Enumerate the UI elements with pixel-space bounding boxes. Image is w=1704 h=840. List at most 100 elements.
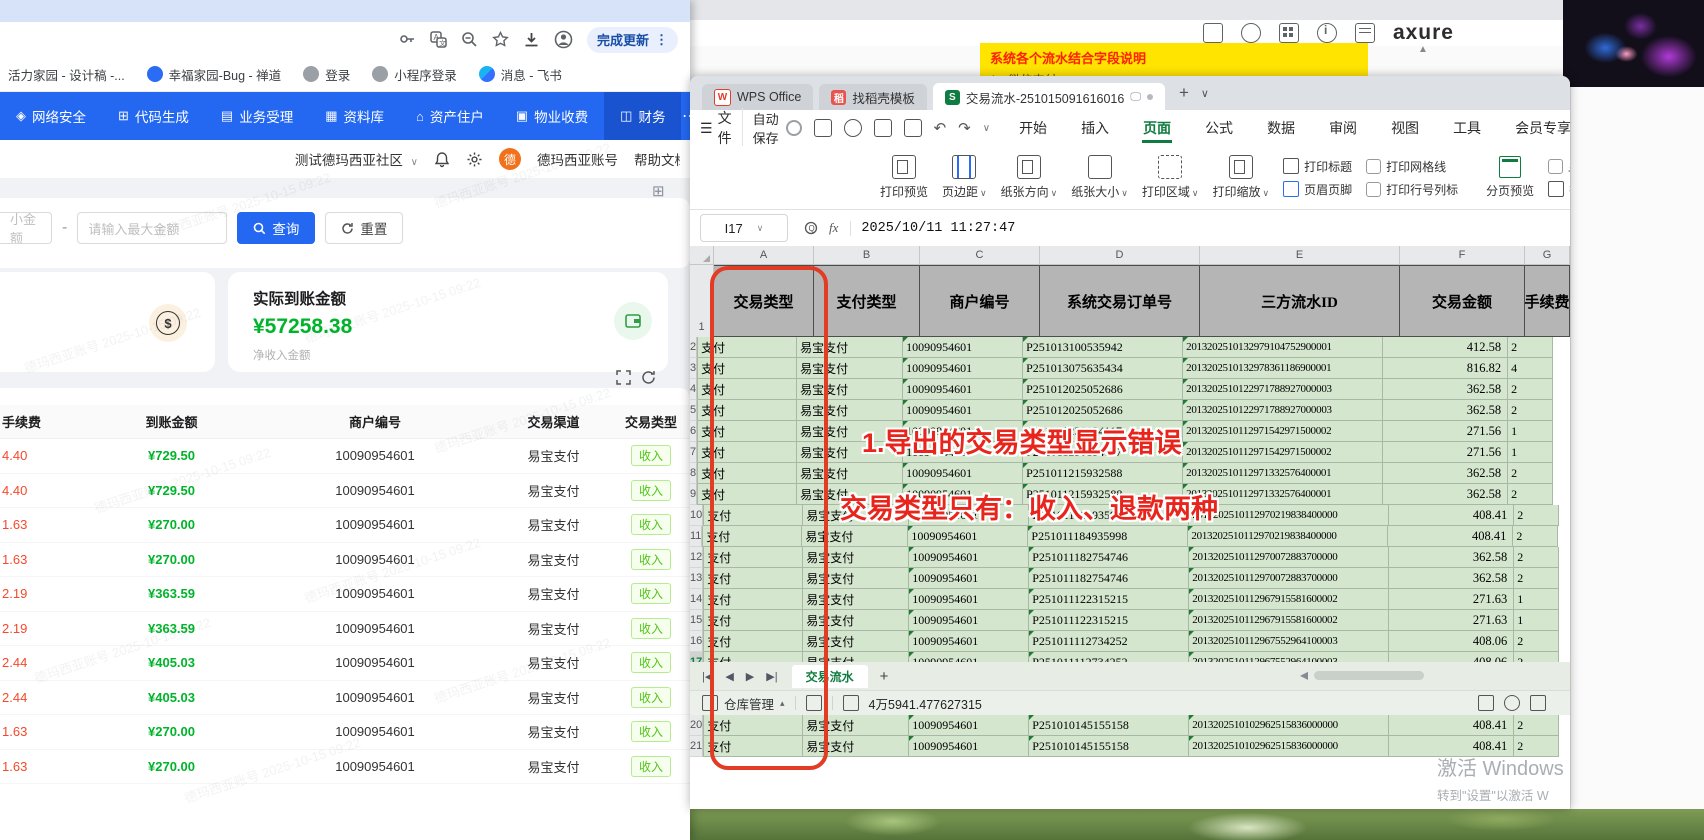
nav-tab[interactable]: ◈ 网络安全 xyxy=(0,92,102,140)
cell-name-box[interactable]: I17 ∨ xyxy=(700,214,788,242)
docer-tab[interactable]: 稻 找稻壳模板 xyxy=(819,84,927,110)
cell-fee[interactable]: 2 xyxy=(1508,337,1554,358)
cell-pay-type[interactable]: 易宝支付 xyxy=(797,484,904,505)
cell-merchant-no[interactable]: 10090954601 xyxy=(909,505,1030,526)
bookmark-item[interactable]: 小程序登录 xyxy=(372,65,457,84)
row-number[interactable]: 16 xyxy=(690,631,704,652)
page-margins-button[interactable]: 页边距 ∨ xyxy=(942,155,987,200)
column-header[interactable]: B xyxy=(814,246,920,264)
max-amount-input[interactable]: 请输入最大金额 xyxy=(77,212,228,244)
next-sheet-icon[interactable]: ▶ xyxy=(742,670,758,683)
cell-merchant-no[interactable]: 10090954601 xyxy=(903,463,1024,484)
download-icon[interactable] xyxy=(523,31,540,48)
apps-grid-icon[interactable] xyxy=(1278,23,1299,43)
cell-order-no[interactable]: P251013075635434 xyxy=(1023,358,1184,379)
cell-fee[interactable]: 2 xyxy=(1514,631,1560,652)
cell-transaction-type[interactable]: 支付 xyxy=(703,568,804,589)
cell-flow-id[interactable]: 2013202510102962515836000000 xyxy=(1189,736,1390,757)
cell-pay-type[interactable]: 易宝支付 xyxy=(803,589,910,610)
print-area-button[interactable]: 打印区域 ∨ xyxy=(1142,155,1198,200)
cell-transaction-type[interactable]: 支付 xyxy=(703,505,804,526)
menu-tab[interactable]: 工具 xyxy=(1436,111,1498,145)
cell-amount[interactable]: 408.06 xyxy=(1389,631,1515,652)
cell-order-no[interactable]: P251011122315215 xyxy=(1029,589,1190,610)
cell-flow-id[interactable]: 2013202510122971788927000003 xyxy=(1183,379,1384,400)
nav-tab[interactable]: ▤ 业务受理 xyxy=(205,92,309,140)
grid-view-icon[interactable] xyxy=(1478,695,1494,711)
cell-pay-type[interactable]: 易宝支付 xyxy=(803,610,910,631)
header-cell[interactable]: 三方流水ID xyxy=(1200,265,1400,337)
print-scale-button[interactable]: 打印缩放 ∨ xyxy=(1212,155,1269,200)
cell-merchant-no[interactable]: 10090954601 xyxy=(903,358,1024,379)
print-preview-button[interactable]: 打印预览 xyxy=(880,155,928,200)
bookmark-item[interactable]: 消息 - 飞书 xyxy=(478,65,562,84)
menu-tab[interactable]: 审阅 xyxy=(1312,111,1374,145)
show-page-breaks-checkbox[interactable]: 显示分页符 xyxy=(1548,158,1570,175)
table-row[interactable]: 1.63 ¥270.00 10090954601 易宝支付 收入 xyxy=(0,749,690,784)
cell-amount[interactable]: 408.41 xyxy=(1389,736,1515,757)
row-number[interactable]: 14 xyxy=(690,589,704,610)
page-orientation-button[interactable]: 纸张方向 ∨ xyxy=(1001,155,1057,200)
autosave-control[interactable]: 自动保存 xyxy=(753,109,802,147)
redo-icon[interactable]: ↷ xyxy=(958,119,971,137)
help-doc-link[interactable]: 帮助文档《 xyxy=(634,149,680,169)
cell-amount[interactable]: 408.41 xyxy=(1389,715,1515,736)
table-row[interactable]: 2.19 ¥363.59 10090954601 易宝支付 收入 xyxy=(0,577,690,612)
share-icon[interactable] xyxy=(843,119,862,137)
cell-transaction-type[interactable]: 支付 xyxy=(697,400,798,421)
zoom-control-icon[interactable] xyxy=(1530,695,1546,711)
menu-tab[interactable]: 插入 xyxy=(1064,111,1126,145)
quick-access-caret-icon[interactable]: ∨ xyxy=(983,123,990,134)
wallet-icon[interactable] xyxy=(614,302,652,340)
extension-icon[interactable] xyxy=(1240,23,1261,43)
row-number[interactable]: 11 xyxy=(690,526,703,547)
nav-tab[interactable]: ◫ 财务 xyxy=(604,92,682,140)
cell-order-no[interactable]: P251011184935998 xyxy=(1029,505,1190,526)
account-name[interactable]: 德玛西亚账号 xyxy=(537,149,618,169)
cell-fee[interactable]: 2 xyxy=(1514,715,1560,736)
cell-amount[interactable]: 271.56 xyxy=(1383,421,1509,442)
cell-transaction-type[interactable]: 支付 xyxy=(702,526,803,547)
cell-transaction-type[interactable]: 支付 xyxy=(697,484,798,505)
cell-flow-id[interactable]: 2013202510112970219838400000 xyxy=(1189,505,1390,526)
cell-pay-type[interactable]: 易宝支付 xyxy=(797,421,904,442)
cell-flow-id[interactable]: 2013202510132978361186900001 xyxy=(1183,358,1384,379)
bookmark-item[interactable]: 活力家园 - 设计稿 -... xyxy=(8,65,125,84)
cell-pay-type[interactable]: 易宝支付 xyxy=(797,379,904,400)
cell-flow-id[interactable]: 2013202510112967552964100003 xyxy=(1189,631,1390,652)
cell-flow-id[interactable]: 2013202510112967915581600002 xyxy=(1189,589,1390,610)
cell-order-no[interactable]: P251013100535942 xyxy=(1023,337,1184,358)
cell-order-no[interactable]: P251011230134117 xyxy=(1023,421,1184,442)
cell-flow-id[interactable]: 2013202510112971332576400001 xyxy=(1183,463,1384,484)
info-icon[interactable] xyxy=(1316,23,1337,43)
row-number[interactable]: 3 xyxy=(690,358,698,379)
table-row[interactable]: 1.63 ¥270.00 10090954601 易宝支付 收入 xyxy=(0,715,690,750)
cell-pay-type[interactable]: 易宝支付 xyxy=(803,547,910,568)
scroll-left-icon[interactable]: ◂ xyxy=(1300,665,1308,685)
nav-tab[interactable]: ⊞ 代码生成 xyxy=(102,92,205,140)
nav-tab[interactable]: ⌂ 资产住户 xyxy=(400,92,500,140)
avatar[interactable]: 德 xyxy=(499,148,521,170)
insert-page-break-button[interactable]: 插入分页符∨ xyxy=(1548,181,1570,198)
cell-transaction-type[interactable]: 支付 xyxy=(697,379,798,400)
sheet-stats-icon[interactable] xyxy=(842,695,859,711)
cell-order-no[interactable]: P251010145155158 xyxy=(1029,715,1190,736)
cell-fee[interactable]: 2 xyxy=(1508,463,1554,484)
cell-amount[interactable]: 362.58 xyxy=(1383,484,1509,505)
cell-fee[interactable]: 4 xyxy=(1508,358,1554,379)
cell-fee[interactable]: 2 xyxy=(1514,547,1560,568)
cell-merchant-no[interactable]: 10090954601 xyxy=(909,736,1030,757)
fx-icon[interactable]: fx xyxy=(829,220,838,236)
autosave-toggle[interactable] xyxy=(785,120,802,136)
page-break-preview-button[interactable]: 分页预览 xyxy=(1486,156,1534,199)
bookmark-item[interactable]: 幸福家园-Bug - 禅道 xyxy=(146,65,281,84)
menu-tab[interactable]: 会员专享 xyxy=(1498,111,1570,145)
cell-pay-type[interactable]: 易宝支付 xyxy=(797,337,904,358)
gear-icon[interactable] xyxy=(466,151,483,168)
header-cell[interactable]: 交易金额 xyxy=(1400,265,1525,337)
select-all-corner[interactable] xyxy=(690,246,714,264)
cell-pay-type[interactable]: 易宝支付 xyxy=(803,715,910,736)
row-number[interactable]: 10 xyxy=(690,505,704,526)
undo-icon[interactable]: ↶ xyxy=(934,119,947,137)
wps-home-tab[interactable]: W WPS Office xyxy=(702,84,814,110)
